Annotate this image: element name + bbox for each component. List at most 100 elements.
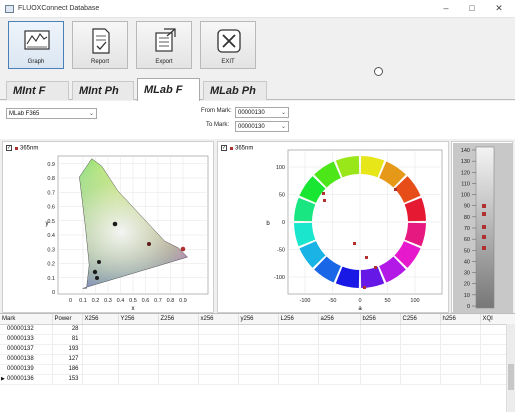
power-cell[interactable]: 193 [52,344,83,355]
table-cell[interactable] [318,324,361,335]
column-header[interactable]: XQI [480,314,515,325]
table-cell[interactable] [118,364,159,375]
data-point[interactable] [95,276,99,280]
table-cell[interactable] [400,364,441,375]
graph-button[interactable]: Graph [8,21,64,69]
column-header[interactable]: y256 [238,314,279,325]
table-cell[interactable] [158,334,199,345]
table-cell[interactable] [198,334,239,345]
data-point[interactable] [112,221,118,227]
column-header[interactable]: X256 [82,314,119,325]
table-cell[interactable] [118,354,159,365]
table-row[interactable]: 00000139 186 [0,364,515,375]
data-point[interactable] [353,242,356,245]
table-row[interactable]: 00000133 81 [0,334,515,345]
data-point[interactable] [482,246,486,250]
data-point[interactable] [147,242,151,246]
column-header[interactable]: h256 [440,314,481,325]
column-header[interactable]: Power [52,314,83,325]
table-cell[interactable] [198,344,239,355]
table-cell[interactable] [238,344,279,355]
vertical-scrollbar[interactable] [506,324,515,412]
table-cell[interactable] [198,354,239,365]
power-cell[interactable]: 186 [52,364,83,375]
data-point[interactable] [482,204,486,208]
table-cell[interactable] [360,364,401,375]
table-cell[interactable] [158,374,199,385]
data-point[interactable] [92,269,98,275]
table-cell[interactable] [118,374,159,385]
table-cell[interactable] [198,364,239,375]
table-row[interactable]: 00000138 127 [0,354,515,365]
table-cell[interactable] [360,374,401,385]
table-cell[interactable] [400,354,441,365]
power-cell[interactable]: 28 [52,324,83,335]
table-cell[interactable] [82,324,119,335]
table-cell[interactable] [118,324,159,335]
table-cell[interactable] [440,324,481,335]
data-point[interactable] [374,266,377,269]
data-point[interactable] [180,246,186,252]
table-cell[interactable] [238,324,279,335]
table-cell[interactable] [82,344,119,355]
mark-cell[interactable]: 00000133 [0,334,53,345]
column-header[interactable]: b256 [360,314,401,325]
table-cell[interactable] [318,374,361,385]
table-cell[interactable] [318,354,361,365]
to-mark-select[interactable]: 00000130 ⌄ [235,121,289,132]
table-cell[interactable] [198,324,239,335]
table-cell[interactable] [278,354,319,365]
data-point[interactable] [323,199,326,202]
column-header[interactable]: x256 [198,314,239,325]
column-header[interactable]: Z256 [158,314,199,325]
column-header[interactable]: a256 [318,314,361,325]
table-cell[interactable] [118,344,159,355]
table-cell[interactable] [278,374,319,385]
table-row[interactable]: 00000136 ▶ 153 [0,374,515,385]
table-cell[interactable] [118,334,159,345]
table-cell[interactable] [440,344,481,355]
table-cell[interactable] [440,354,481,365]
table-cell[interactable] [400,334,441,345]
maximize-icon[interactable]: □ [463,2,481,15]
table-cell[interactable] [158,324,199,335]
column-header[interactable]: Mark [0,314,53,325]
table-cell[interactable] [82,374,119,385]
table-cell[interactable] [440,364,481,375]
table-cell[interactable] [238,334,279,345]
table-cell[interactable] [318,334,361,345]
column-header[interactable]: L256 [278,314,319,325]
data-point[interactable] [482,212,486,216]
mark-cell[interactable]: 00000136 ▶ [0,374,53,385]
table-cell[interactable] [278,334,319,345]
table-cell[interactable] [400,344,441,355]
mark-cell[interactable]: 00000138 [0,354,53,365]
table-cell[interactable] [82,354,119,365]
data-point[interactable] [365,256,368,259]
table-cell[interactable] [158,344,199,355]
table-cell[interactable] [400,374,441,385]
column-header[interactable]: Y256 [118,314,159,325]
report-button[interactable]: Report [72,21,128,69]
table-row[interactable]: 00000137 193 [0,344,515,355]
exit-button[interactable]: EXIT [200,21,256,69]
table-cell[interactable] [238,364,279,375]
table-cell[interactable] [82,364,119,375]
table-cell[interactable] [360,334,401,345]
data-point[interactable] [482,225,486,229]
table-cell[interactable] [360,344,401,355]
data-point[interactable] [97,260,101,264]
minimize-icon[interactable]: – [437,2,455,15]
table-cell[interactable] [278,324,319,335]
from-mark-select[interactable]: 00000130 ⌄ [235,107,289,118]
table-cell[interactable] [318,364,361,375]
data-point[interactable] [394,188,397,191]
table-cell[interactable] [278,364,319,375]
table-cell[interactable] [400,324,441,335]
table-cell[interactable] [440,374,481,385]
tab-mlab-ph[interactable]: MLab Ph [203,81,267,100]
table-cell[interactable] [318,344,361,355]
table-cell[interactable] [158,354,199,365]
close-icon[interactable]: ✕ [490,2,508,15]
table-cell[interactable] [82,334,119,345]
